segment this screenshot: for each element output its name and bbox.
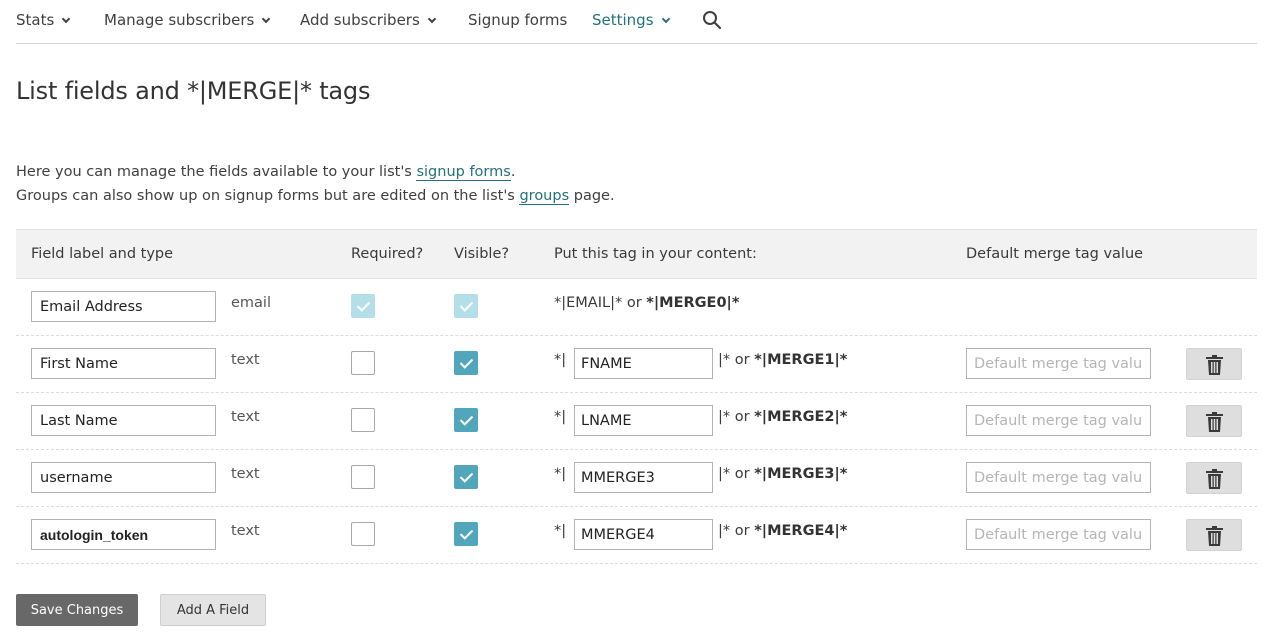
default-value-input[interactable] [966,348,1151,379]
merge-tag-input[interactable] [574,405,713,436]
fields-table: Field label and type Required? Visible? … [16,229,1257,564]
email-tag-text: *|EMAIL|* or [554,295,647,311]
delete-field-button[interactable] [1186,348,1242,380]
trash-icon [1206,526,1223,546]
required-checkbox[interactable] [351,408,375,432]
delete-field-button[interactable] [1186,405,1242,437]
table-row: text *| |* or *|MERGE2|* [16,393,1257,450]
required-checkbox[interactable] [351,351,375,375]
tag-prefix: *| [554,352,567,368]
tag-suffix: |* or *|MERGE2|* [718,409,847,425]
field-type: email [231,295,271,311]
intro-line-1: Here you can manage the fields available… [16,160,615,184]
tag-prefix: *| [554,466,567,482]
header-required: Required? [351,246,424,262]
required-checkbox[interactable] [351,465,375,489]
field-label-input[interactable] [31,291,216,322]
header-default: Default merge tag value [966,246,1144,262]
nav-manage-subscribers-label: Manage subscribers [104,11,255,29]
tag-suffix-text: |* or [718,352,755,368]
field-label-input[interactable] [31,519,216,550]
chevron-down-icon [661,14,670,24]
visible-checkbox[interactable] [454,522,478,546]
merge-tag-input[interactable] [574,519,713,550]
visible-checkbox[interactable] [454,465,478,489]
visible-checkbox [454,294,478,318]
required-checkbox[interactable] [351,522,375,546]
field-label-input[interactable] [31,462,216,493]
merge-number: *|MERGE3|* [754,466,848,482]
field-label-input[interactable] [31,348,216,379]
header-tag: Put this tag in your content: [554,246,757,262]
table-row-email: email *|EMAIL|* or *|MERGE0|* [16,279,1257,336]
field-type: text [231,466,260,482]
nav-manage-subscribers[interactable]: Manage subscribers [104,10,271,30]
chevron-down-icon [427,14,437,24]
merge-number: *|MERGE1|* [754,352,848,368]
nav-settings[interactable]: Settings [592,10,670,30]
groups-link[interactable]: groups [519,188,570,205]
intro-line-2: Groups can also show up on signup forms … [16,184,615,208]
page-title: List fields and *|MERGE|* tags [16,77,371,105]
trash-icon [1206,412,1223,432]
table-row: text *| |* or *|MERGE4|* [16,507,1257,564]
email-merge-tag: *|EMAIL|* or *|MERGE0|* [554,295,739,311]
field-type: text [231,352,260,368]
default-value-input[interactable] [966,462,1151,493]
header-field-label: Field label and type [31,246,174,262]
tag-suffix-text: |* or [718,523,755,539]
intro-line-2-text: Groups can also show up on signup forms … [16,188,520,204]
default-value-input[interactable] [966,405,1151,436]
delete-field-button[interactable] [1186,462,1242,494]
tag-suffix: |* or *|MERGE1|* [718,352,847,368]
nav-add-subscribers-label: Add subscribers [300,11,420,29]
merge-number: *|MERGE4|* [754,523,848,539]
nav-signup-forms[interactable]: Signup forms [468,10,567,30]
delete-field-button[interactable] [1186,519,1242,551]
intro-text: Here you can manage the fields available… [16,160,615,208]
default-value-input[interactable] [966,519,1151,550]
table-header: Field label and type Required? Visible? … [16,229,1257,279]
merge-number: *|MERGE2|* [754,409,848,425]
tag-suffix-text: |* or [718,409,755,425]
merge-tag-input[interactable] [574,462,713,493]
header-visible: Visible? [454,246,510,262]
nav-stats[interactable]: Stats [16,10,71,30]
top-nav: Stats Manage subscribers Add subscribers… [16,0,1257,44]
email-merge-number: *|MERGE0|* [646,295,740,311]
trash-icon [1206,469,1223,489]
chevron-down-icon [262,14,271,24]
tag-suffix: |* or *|MERGE3|* [718,466,847,482]
table-row: text *| |* or *|MERGE1|* [16,336,1257,393]
intro-line-2-end: page. [569,188,615,204]
chevron-down-icon [62,14,71,24]
intro-line-1-text: Here you can manage the fields available… [16,164,417,180]
signup-forms-link[interactable]: signup forms [416,164,511,181]
field-type: text [231,409,260,425]
trash-icon [1206,355,1223,375]
tag-suffix: |* or *|MERGE4|* [718,523,847,539]
field-label-input[interactable] [31,405,216,436]
merge-tag-input[interactable] [574,348,713,379]
add-field-button[interactable]: Add A Field [160,594,266,626]
save-changes-button[interactable]: Save Changes [16,594,138,626]
field-type: text [231,523,260,539]
visible-checkbox[interactable] [454,408,478,432]
required-checkbox [351,294,375,318]
table-row: text *| |* or *|MERGE3|* [16,450,1257,507]
tag-suffix-text: |* or [718,466,755,482]
intro-line-1-end: . [510,164,516,180]
nav-stats-label: Stats [16,11,55,29]
tag-prefix: *| [554,409,567,425]
tag-prefix: *| [554,523,567,539]
visible-checkbox[interactable] [454,351,478,375]
nav-signup-forms-label: Signup forms [468,11,568,29]
search-icon[interactable] [702,10,722,30]
nav-settings-label: Settings [592,11,654,29]
nav-add-subscribers[interactable]: Add subscribers [300,10,437,30]
